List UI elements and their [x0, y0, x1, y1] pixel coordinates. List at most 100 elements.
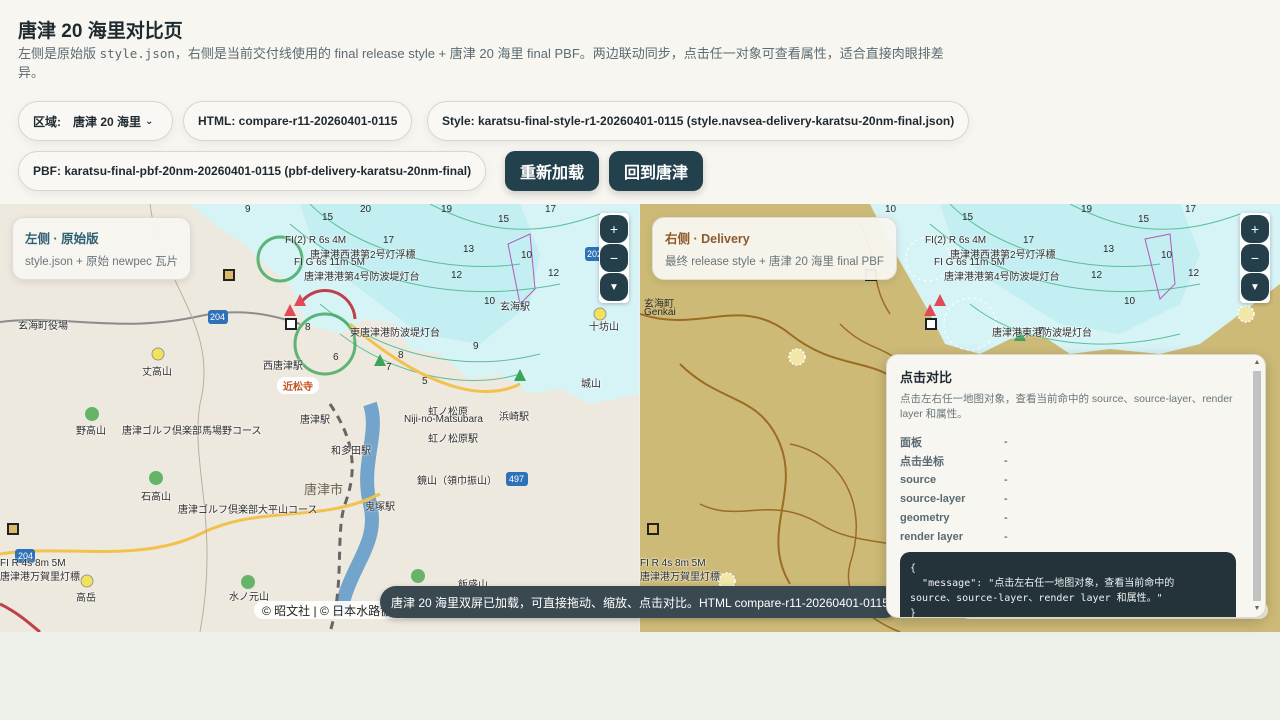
place-label: 城山 [581, 379, 601, 390]
place-label: 石高山 [141, 492, 171, 503]
depth-sounding: 7 [386, 362, 392, 373]
zoom-in-button[interactable]: + [600, 215, 628, 243]
chevron-down-icon: ⌄ [145, 115, 154, 127]
depth-sounding: 9 [473, 341, 479, 352]
depth-sounding: 10 [885, 204, 897, 215]
attr-key: geometry [900, 511, 950, 524]
attr-value: - [1004, 511, 1008, 524]
road-shield: 497 [509, 474, 525, 484]
right-map-title: 右侧 · Delivery [665, 232, 750, 246]
depth-sounding: 9 [245, 204, 251, 215]
light-label: 唐津港万賀里灯標 [640, 572, 720, 583]
depth-sounding: 13 [463, 244, 475, 255]
region-value[interactable]: 唐津 20 海里 ⌄ [73, 113, 153, 130]
panel-title: 点击对比 [900, 370, 953, 385]
depth-sounding: 8 [305, 322, 311, 333]
reload-button[interactable]: 重新加载 [505, 151, 599, 191]
station-label: 玄海駅 [500, 302, 530, 313]
style-version-badge: Style: karatsu-final-style-r1-20260401-0… [427, 101, 970, 141]
depth-sounding: 15 [1138, 214, 1150, 225]
depth-sounding: 10 [484, 296, 496, 307]
temple-label: 近松寺 [277, 377, 319, 394]
place-label: 唐津ゴルフ倶楽部馬場野コース [122, 426, 262, 437]
scroll-up-icon[interactable]: ▲ [1251, 357, 1263, 369]
station-label: 虹ノ松原駅 [428, 434, 478, 445]
depth-sounding: 10 [1161, 250, 1173, 261]
attr-key: render layer [900, 530, 963, 543]
place-label: 十坊山 [589, 322, 619, 333]
table-row: source-layer - [900, 489, 1008, 508]
station-label: 唐津駅 [300, 415, 330, 426]
place-label: 唐津ゴルフ倶楽部大平山コース [178, 505, 318, 516]
json-output: { "message": "点击左右任一地图对象，查看当前命中的 source、… [900, 552, 1236, 617]
left-map-title: 左侧 · 原始版 [25, 232, 99, 246]
depth-sounding: 12 [1091, 270, 1103, 281]
compass-icon[interactable]: ▼ [1241, 273, 1269, 301]
light-label: FI G 6s 11m 5M [934, 257, 1005, 268]
depth-sounding: 17 [383, 235, 395, 246]
right-map-subtitle: 最终 release style + 唐津 20 海里 final PBF [665, 256, 884, 268]
depth-sounding: 12 [451, 270, 463, 281]
table-row: source - [900, 470, 1008, 489]
left-zoom-control: + − ▼ [599, 213, 629, 303]
table-row: 点击坐标 - [900, 451, 1008, 470]
depth-sounding: 19 [441, 204, 453, 215]
zoom-in-button[interactable]: + [1241, 215, 1269, 243]
depth-sounding: 15 [322, 212, 334, 223]
left-map[interactable]: 玄海町役場 丈高山 野高山 唐津ゴルフ倶楽部馬場野コース 近松寺 唐津駅 和多田… [0, 204, 639, 632]
station-label: 西唐津駅 [263, 361, 303, 372]
attr-key: source [900, 473, 937, 486]
light-label: FI(2) R 6s 4M [285, 235, 347, 246]
depth-sounding: 10 [1124, 296, 1136, 307]
place-label: Niji-no-Matsubara [404, 414, 483, 425]
attr-value: - [1004, 492, 1008, 505]
light-label: 唐津港港第4号防波堤灯台 [944, 272, 1060, 283]
attr-key: source-layer [900, 492, 966, 505]
table-row: 面板 - [900, 432, 1008, 451]
region-select[interactable]: 区域: 唐津 20 海里 ⌄ [18, 101, 173, 141]
attr-value: - [1004, 473, 1008, 486]
place-label: 丈高山 [142, 367, 172, 378]
depth-sounding: 17 [1185, 204, 1197, 215]
depth-sounding: 19 [1081, 204, 1093, 215]
depth-sounding: 7 [1038, 326, 1044, 337]
light-label: 唐津港万賀里灯標 [0, 572, 80, 583]
table-row: render layer - [900, 527, 1008, 546]
station-label: 浜崎駅 [499, 412, 529, 423]
left-map-label: 左侧 · 原始版 style.json + 原始 newpec 瓦片 [12, 217, 192, 280]
depth-sounding: 8 [398, 350, 404, 361]
place-label: Genkai [644, 307, 676, 318]
panel-description: 点击左右任一地图对象，查看当前命中的 source、source-layer、r… [900, 393, 1233, 420]
home-button[interactable]: 回到唐津 [609, 151, 703, 191]
page-title: 唐津 20 海里对比页 [18, 21, 183, 42]
scroll-down-icon[interactable]: ▼ [1251, 603, 1263, 615]
attribute-table: 面板 - 点击坐标 - source - source-layer - geometry… [900, 432, 1008, 546]
light-label: FI G 6s 11m 5M [294, 257, 365, 268]
scroll-thumb[interactable] [1253, 371, 1261, 601]
depth-sounding: 6 [333, 352, 339, 363]
depth-sounding: 12 [1188, 268, 1200, 279]
road-shield: 204 [18, 551, 34, 561]
status-toast: 唐津 20 海里双屏已加载，可直接拖动、缩放、点击对比。HTML compare… [380, 586, 900, 618]
station-label: 鬼塚駅 [365, 502, 395, 513]
light-label: 東唐津港防波堤灯台 [350, 328, 440, 339]
depth-sounding: 13 [1103, 244, 1115, 255]
zoom-out-button[interactable]: − [1241, 244, 1269, 272]
click-inspect-panel: 点击对比 点击左右任一地图对象，查看当前命中的 source、source-la… [886, 354, 1266, 618]
depth-sounding: 15 [962, 212, 974, 223]
panel-scrollbar[interactable]: ▲ ▼ [1251, 357, 1263, 615]
place-label: 鏡山（領巾振山） [417, 476, 497, 487]
depth-sounding: 17 [545, 204, 557, 215]
place-label: 高岳 [76, 593, 96, 604]
station-label: 和多田駅 [331, 446, 371, 457]
depth-sounding: 15 [498, 214, 510, 225]
light-label: 唐津港港第4号防波堤灯台 [304, 272, 420, 283]
attr-value: - [1004, 454, 1008, 467]
place-label: 野高山 [76, 426, 106, 437]
compass-icon[interactable]: ▼ [600, 273, 628, 301]
attr-value: - [1004, 530, 1008, 543]
zoom-out-button[interactable]: − [600, 244, 628, 272]
depth-sounding: 17 [1023, 235, 1035, 246]
road-shield: 204 [210, 312, 226, 322]
right-map-label: 右侧 · Delivery 最终 release style + 唐津 20 海… [652, 217, 897, 280]
